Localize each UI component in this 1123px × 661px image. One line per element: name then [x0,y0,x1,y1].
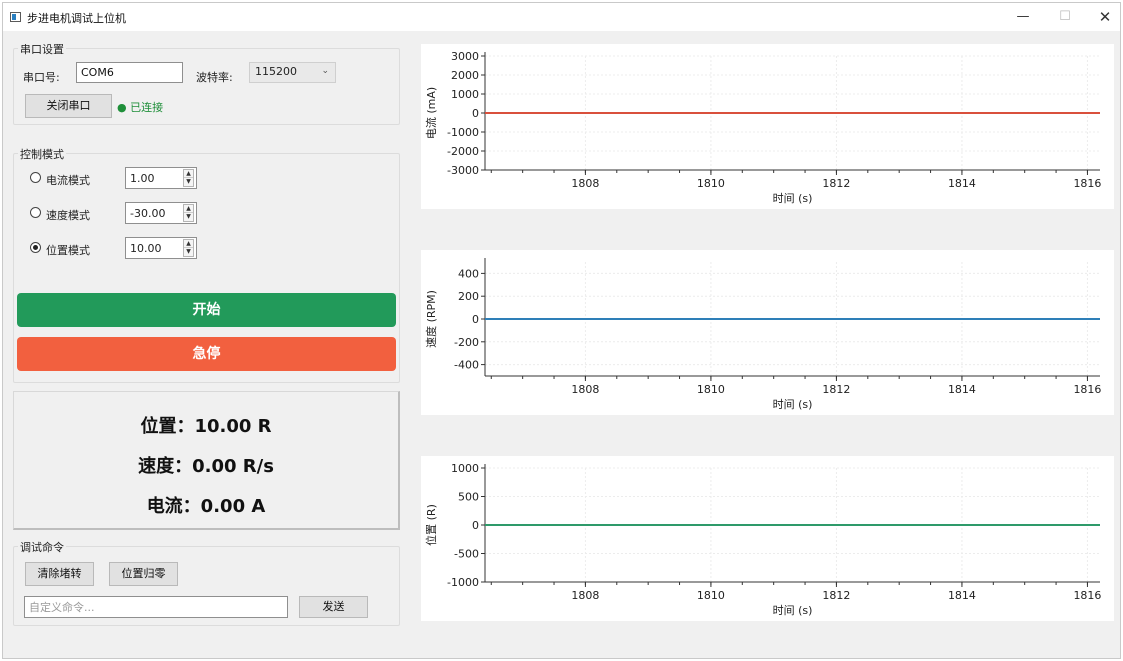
spin-down-icon[interactable]: ▼ [184,248,193,256]
x-tick-label: 1808 [571,177,599,190]
close-window-button[interactable]: ✕ [1085,3,1123,31]
x-tick-label: 1810 [697,177,725,190]
baud-rate-value: 115200 [255,65,297,78]
send-button[interactable]: 发送 [299,596,368,618]
y-tick-label: -1000 [447,576,479,589]
baud-label: 波特率: [196,71,233,84]
y-tick-label: 1000 [451,462,479,475]
window-title: 步进电机调试上位机 [27,12,126,25]
debug-command-title: 调试命令 [18,539,66,555]
maximize-button[interactable]: ☐ [1045,3,1085,31]
current-setpoint-spinbox[interactable]: 1.00 ▲ ▼ [125,167,197,189]
radio-position-mode[interactable] [30,242,41,253]
port-input[interactable] [76,62,183,83]
port-label: 串口号: [23,71,60,84]
position-chart-panel: 1000 500 0 -500 -1000 1808 1810 1812 1814 1816 时间 … [421,456,1114,621]
x-axis-label: 时间 (s) [773,398,813,411]
x-tick-label: 1816 [1073,177,1101,190]
start-button[interactable]: 开始 [17,293,396,327]
x-tick-label: 1816 [1073,589,1101,602]
y-tick-label: 500 [458,491,479,504]
y-tick-label: -500 [454,548,479,561]
x-axis-label: 时间 (s) [773,192,813,205]
y-tick-label: -400 [454,359,479,372]
y-tick-label: 0 [472,519,479,532]
current-chart: 3000 2000 1000 0 -1000 -2000 -3000 1808 1810 1812… [424,50,1101,205]
x-tick-label: 1816 [1073,383,1101,396]
app-icon [10,12,21,22]
x-tick-label: 1808 [571,589,599,602]
x-tick-label: 1814 [948,589,976,602]
y-tick-label: 3000 [451,50,479,63]
current-readout: 电流：0.00 A [146,496,266,517]
y-axis-label: 位置 (R) [424,504,438,546]
position-chart: 1000 500 0 -500 -1000 1808 1810 1812 1814 1816 时间 … [424,462,1101,617]
position-mode-label: 位置模式 [46,244,90,257]
speed-mode-label: 速度模式 [46,209,90,222]
custom-command-input[interactable] [24,596,288,618]
spin-up-icon[interactable]: ▲ [184,240,193,248]
control-mode-title: 控制模式 [18,146,66,162]
y-tick-label: -200 [454,336,479,349]
y-tick-label: 400 [458,267,479,280]
x-tick-label: 1812 [822,177,850,190]
x-tick-label: 1810 [697,589,725,602]
radio-speed-mode[interactable] [30,207,41,218]
speed-chart-panel: 400 200 0 -200 -400 1808 1810 1812 1814 1816 时间 (s… [421,250,1114,415]
current-chart-panel: 3000 2000 1000 0 -1000 -2000 -3000 1808 1810 1812… [421,44,1114,209]
serial-settings-title: 串口设置 [18,41,66,57]
spin-up-icon[interactable]: ▲ [184,170,193,178]
y-axis-label: 电流 (mA) [424,87,438,139]
spin-down-icon[interactable]: ▼ [184,178,193,186]
position-readout: 位置：10.00 R [140,416,272,437]
x-tick-label: 1814 [948,383,976,396]
spin-down-icon[interactable]: ▼ [184,213,193,221]
title-bar: 步进电机调试上位机 — ☐ ✕ [3,3,1120,31]
clear-stall-button[interactable]: 清除堵转 [25,562,94,586]
y-axis-label: 速度 (RPM) [424,290,438,348]
connection-status: ● 已连接 [117,101,164,114]
close-port-button[interactable]: 关闭串口 [25,94,112,118]
minimize-button[interactable]: — [1003,3,1043,31]
current-mode-label: 电流模式 [46,174,90,187]
speed-readout: 速度：0.00 R/s [138,456,274,477]
spin-up-icon[interactable]: ▲ [184,205,193,213]
speed-setpoint-value: -30.00 [130,207,166,220]
y-tick-label: -3000 [447,164,479,177]
position-setpoint-spinbox[interactable]: 10.00 ▲ ▼ [125,237,197,259]
y-tick-label: 1000 [451,88,479,101]
x-tick-label: 1810 [697,383,725,396]
emergency-stop-button[interactable]: 急停 [17,337,396,371]
y-tick-label: 0 [472,313,479,326]
y-tick-label: 200 [458,290,479,303]
radio-current-mode[interactable] [30,172,41,183]
speed-chart: 400 200 0 -200 -400 1808 1810 1812 1814 1816 时间 (s… [424,258,1101,411]
x-tick-label: 1814 [948,177,976,190]
x-tick-label: 1812 [822,383,850,396]
x-tick-label: 1812 [822,589,850,602]
y-tick-label: -1000 [447,126,479,139]
position-setpoint-value: 10.00 [130,242,162,255]
y-tick-label: 2000 [451,69,479,82]
x-tick-label: 1808 [571,383,599,396]
zero-position-button[interactable]: 位置归零 [109,562,178,586]
speed-setpoint-spinbox[interactable]: -30.00 ▲ ▼ [125,202,197,224]
chevron-down-icon: ⌄ [321,66,329,76]
status-readout-panel: 位置：10.00 R 速度：0.00 R/s 电流：0.00 A [13,391,400,530]
y-tick-label: -2000 [447,145,479,158]
x-axis-label: 时间 (s) [773,604,813,617]
main-window: 步进电机调试上位机 — ☐ ✕ 串口设置 串口号: 波特率: 115200 ⌄ … [2,2,1121,659]
current-setpoint-value: 1.00 [130,172,155,185]
y-tick-label: 0 [472,107,479,120]
baud-rate-select[interactable]: 115200 ⌄ [249,62,336,83]
